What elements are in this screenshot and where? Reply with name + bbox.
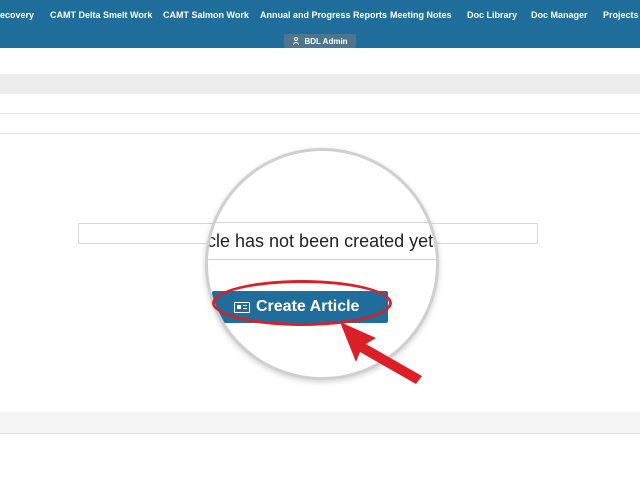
nav-item-projects[interactable]: Projects: [603, 10, 639, 20]
admin-user-label: BDL Admin: [304, 36, 348, 46]
divider: [0, 113, 640, 114]
pointer-arrow: [340, 322, 422, 384]
zoomed-notice-box: cle has not been created yet.: [207, 222, 439, 260]
divider: [0, 433, 640, 434]
user-icon: [292, 37, 300, 45]
footer-band: [0, 412, 640, 434]
nav-item-camt-delta-smelt-work[interactable]: CAMT Delta Smelt Work: [50, 10, 152, 20]
nav-item-doc-manager[interactable]: Doc Manager: [531, 10, 588, 20]
divider: [0, 133, 640, 134]
zoomed-notice-text: cle has not been created yet.: [207, 230, 439, 251]
nav-item-annual-and-progress-reports[interactable]: Annual and Progress Reports: [260, 10, 387, 20]
nav-item-camt-salmon-work[interactable]: CAMT Salmon Work: [163, 10, 249, 20]
toolbar-band: [0, 74, 640, 94]
nav-item-recovery[interactable]: ecovery: [0, 10, 34, 20]
nav-item-doc-library[interactable]: Doc Library: [467, 10, 517, 20]
top-navigation-bar: ecovery CAMT Delta Smelt Work CAMT Salmo…: [0, 0, 640, 48]
nav-item-meeting-notes[interactable]: Meeting Notes: [390, 10, 452, 20]
admin-user-button[interactable]: BDL Admin: [284, 34, 356, 48]
arrow-shape: [340, 322, 422, 384]
